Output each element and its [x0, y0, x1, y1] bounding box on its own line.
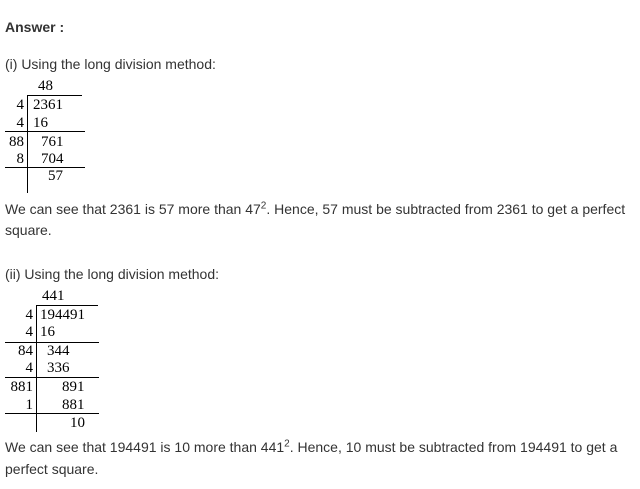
division2-row: 881 — [62, 397, 85, 413]
division2-row: 336 — [47, 360, 70, 376]
division2-row: 891 — [62, 379, 85, 395]
division2-row: 4 — [25, 360, 34, 376]
part2-conclusion: We can see that 194491 is 10 more than 4… — [5, 438, 618, 455]
division2-row: 84 — [18, 343, 33, 359]
division2-row: 1 — [25, 397, 34, 413]
division2-remainder: 10 — [70, 415, 85, 431]
division2-row: 344 — [47, 343, 70, 359]
division2-row: 881 — [10, 379, 34, 395]
long-division-2: 441 4 194491 4 16 84 344 4 336 881 891 1… — [0, 0, 640, 489]
division2-dividend: 194491 — [40, 307, 85, 323]
division2-row: 4 — [25, 324, 34, 340]
division2-row: 16 — [40, 324, 55, 340]
division2-quotient: 441 — [42, 288, 65, 304]
division2-divisor: 4 — [25, 307, 34, 323]
part2-conclusion-line2: perfect square. — [5, 461, 99, 477]
